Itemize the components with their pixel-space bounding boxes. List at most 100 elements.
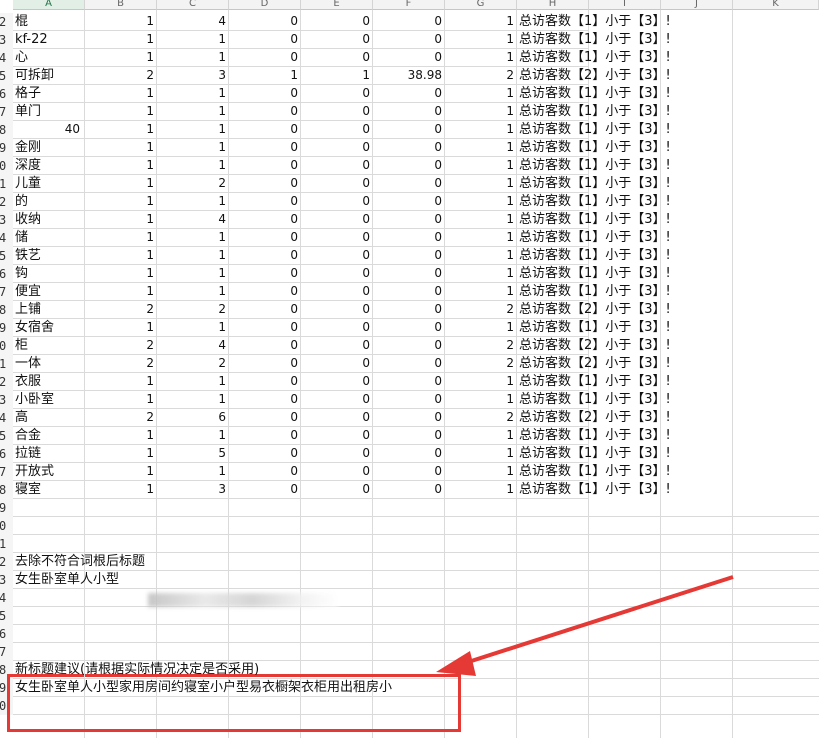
column-header-d[interactable]: D (229, 0, 301, 10)
row-number[interactable]: 3 (0, 31, 13, 49)
cell-a[interactable]: 棍 (13, 13, 85, 31)
cell-d[interactable]: 0 (229, 355, 301, 373)
row-number[interactable]: 8 (0, 481, 13, 499)
cell-h[interactable]: 总访客数【1】小于【3】! (517, 427, 671, 445)
cell-b[interactable]: 1 (85, 247, 157, 265)
cell-c[interactable]: 1 (157, 229, 229, 247)
row-number[interactable]: 3 (0, 571, 13, 589)
cell-g[interactable]: 1 (445, 193, 517, 211)
cell-e[interactable]: 0 (301, 175, 373, 193)
cell-a[interactable] (13, 589, 85, 607)
cell-g[interactable]: 1 (445, 391, 517, 409)
cell-b[interactable]: 1 (85, 319, 157, 337)
cell-b[interactable]: 1 (85, 463, 157, 481)
row-number[interactable]: 1 (0, 355, 13, 373)
cell-g[interactable]: 1 (445, 175, 517, 193)
cell-h[interactable]: 总访客数【1】小于【3】! (517, 265, 671, 283)
cell-d[interactable]: 0 (229, 139, 301, 157)
cell-h[interactable]: 总访客数【1】小于【3】! (517, 13, 671, 31)
cell-h[interactable]: 总访客数【1】小于【3】! (517, 283, 671, 301)
cell-d[interactable]: 0 (229, 85, 301, 103)
row-number[interactable]: 4 (0, 409, 13, 427)
cell-d[interactable]: 0 (229, 481, 301, 499)
cell-h[interactable]: 总访客数【1】小于【3】! (517, 445, 671, 463)
cell-c[interactable]: 1 (157, 121, 229, 139)
cell-a[interactable]: 40 (13, 121, 85, 139)
cell-b[interactable]: 2 (85, 409, 157, 427)
cell-f[interactable]: 0 (373, 319, 445, 337)
cell-b[interactable]: 1 (85, 157, 157, 175)
cell-b[interactable]: 1 (85, 211, 157, 229)
cell-c[interactable]: 6 (157, 409, 229, 427)
cell-f[interactable]: 0 (373, 409, 445, 427)
cell-f[interactable]: 0 (373, 229, 445, 247)
cell-h[interactable]: 总访客数【1】小于【3】! (517, 49, 671, 67)
cell-h[interactable]: 总访客数【2】小于【3】! (517, 355, 671, 373)
column-header-i[interactable]: I (589, 0, 661, 10)
cell-f[interactable]: 0 (373, 13, 445, 31)
cell-e[interactable]: 0 (301, 157, 373, 175)
row-number[interactable]: 2 (0, 373, 13, 391)
cell-e[interactable]: 1 (301, 67, 373, 85)
cell-d[interactable]: 0 (229, 103, 301, 121)
cell-g[interactable]: 1 (445, 49, 517, 67)
row-number[interactable]: 5 (0, 427, 13, 445)
cell-b[interactable]: 2 (85, 355, 157, 373)
cell-b[interactable]: 2 (85, 337, 157, 355)
cell-a[interactable]: 铁艺 (13, 247, 85, 265)
cell-h[interactable]: 总访客数【1】小于【3】! (517, 175, 671, 193)
cell-e[interactable]: 0 (301, 463, 373, 481)
cell-f[interactable]: 0 (373, 283, 445, 301)
cell-h[interactable]: 总访客数【1】小于【3】! (517, 391, 671, 409)
cell-b[interactable]: 1 (85, 373, 157, 391)
cell-a[interactable]: 收纳 (13, 211, 85, 229)
cell-h[interactable]: 总访客数【2】小于【3】! (517, 337, 671, 355)
cell-a[interactable] (13, 643, 85, 661)
cell-c[interactable]: 2 (157, 301, 229, 319)
cell-c[interactable]: 2 (157, 175, 229, 193)
row-number[interactable]: 2 (0, 553, 13, 571)
cell-d[interactable]: 0 (229, 319, 301, 337)
cell-h[interactable]: 总访客数【1】小于【3】! (517, 121, 671, 139)
cell-g[interactable]: 1 (445, 211, 517, 229)
cell-a[interactable]: 新标题建议(请根据实际情况决定是否采用) (13, 661, 259, 679)
cell-h[interactable]: 总访客数【1】小于【3】! (517, 31, 671, 49)
cell-g[interactable]: 1 (445, 265, 517, 283)
cell-e[interactable]: 0 (301, 337, 373, 355)
cell-c[interactable]: 1 (157, 247, 229, 265)
cell-a[interactable]: 深度 (13, 157, 85, 175)
cell-b[interactable]: 2 (85, 67, 157, 85)
cell-c[interactable]: 4 (157, 13, 229, 31)
row-number[interactable]: 9 (0, 319, 13, 337)
cell-c[interactable]: 1 (157, 373, 229, 391)
row-number[interactable]: 7 (0, 463, 13, 481)
cell-b[interactable]: 1 (85, 265, 157, 283)
cell-c[interactable]: 1 (157, 391, 229, 409)
row-number[interactable]: 5 (0, 607, 13, 625)
cell-g[interactable]: 2 (445, 301, 517, 319)
cell-b[interactable]: 1 (85, 121, 157, 139)
cell-h[interactable]: 总访客数【2】小于【3】! (517, 409, 671, 427)
cell-g[interactable]: 1 (445, 481, 517, 499)
cell-e[interactable]: 0 (301, 31, 373, 49)
cell-g[interactable]: 1 (445, 283, 517, 301)
row-number[interactable]: 7 (0, 283, 13, 301)
cell-c[interactable]: 1 (157, 139, 229, 157)
cell-c[interactable]: 3 (157, 67, 229, 85)
cell-e[interactable]: 0 (301, 301, 373, 319)
cell-d[interactable]: 0 (229, 337, 301, 355)
cell-c[interactable]: 1 (157, 85, 229, 103)
cell-a[interactable]: 可拆卸 (13, 67, 85, 85)
cell-b[interactable]: 1 (85, 391, 157, 409)
cell-d[interactable]: 1 (229, 67, 301, 85)
cell-f[interactable]: 38.98 (373, 67, 445, 85)
cell-g[interactable]: 2 (445, 337, 517, 355)
cell-c[interactable]: 1 (157, 31, 229, 49)
row-number[interactable]: 0 (0, 337, 13, 355)
cell-a[interactable]: 合金 (13, 427, 85, 445)
cell-f[interactable]: 0 (373, 373, 445, 391)
cell-d[interactable]: 0 (229, 175, 301, 193)
cell-g[interactable]: 1 (445, 463, 517, 481)
column-header-b[interactable]: B (85, 0, 157, 10)
column-header-a[interactable]: A (13, 0, 85, 10)
